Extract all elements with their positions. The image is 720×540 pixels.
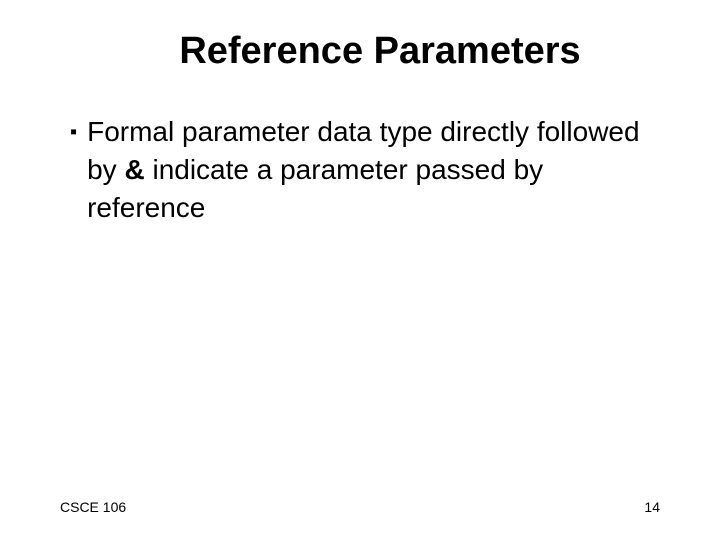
bullet-marker-icon: ▪	[70, 113, 77, 151]
bullet-list: ▪ Formal parameter data type directly fo…	[60, 113, 660, 226]
footer: CSCE 106 14	[60, 499, 660, 515]
footer-page-number: 14	[644, 499, 660, 515]
bullet-item: ▪ Formal parameter data type directly fo…	[70, 113, 660, 226]
footer-left: CSCE 106	[60, 499, 126, 515]
bullet-bold: &	[124, 154, 144, 185]
slide-title: Reference Parameters	[60, 30, 660, 73]
bullet-suffix: indicate a parameter passed by reference	[87, 154, 543, 223]
bullet-text: Formal parameter data type directly foll…	[87, 113, 660, 226]
slide: Reference Parameters ▪ Formal parameter …	[0, 0, 720, 540]
